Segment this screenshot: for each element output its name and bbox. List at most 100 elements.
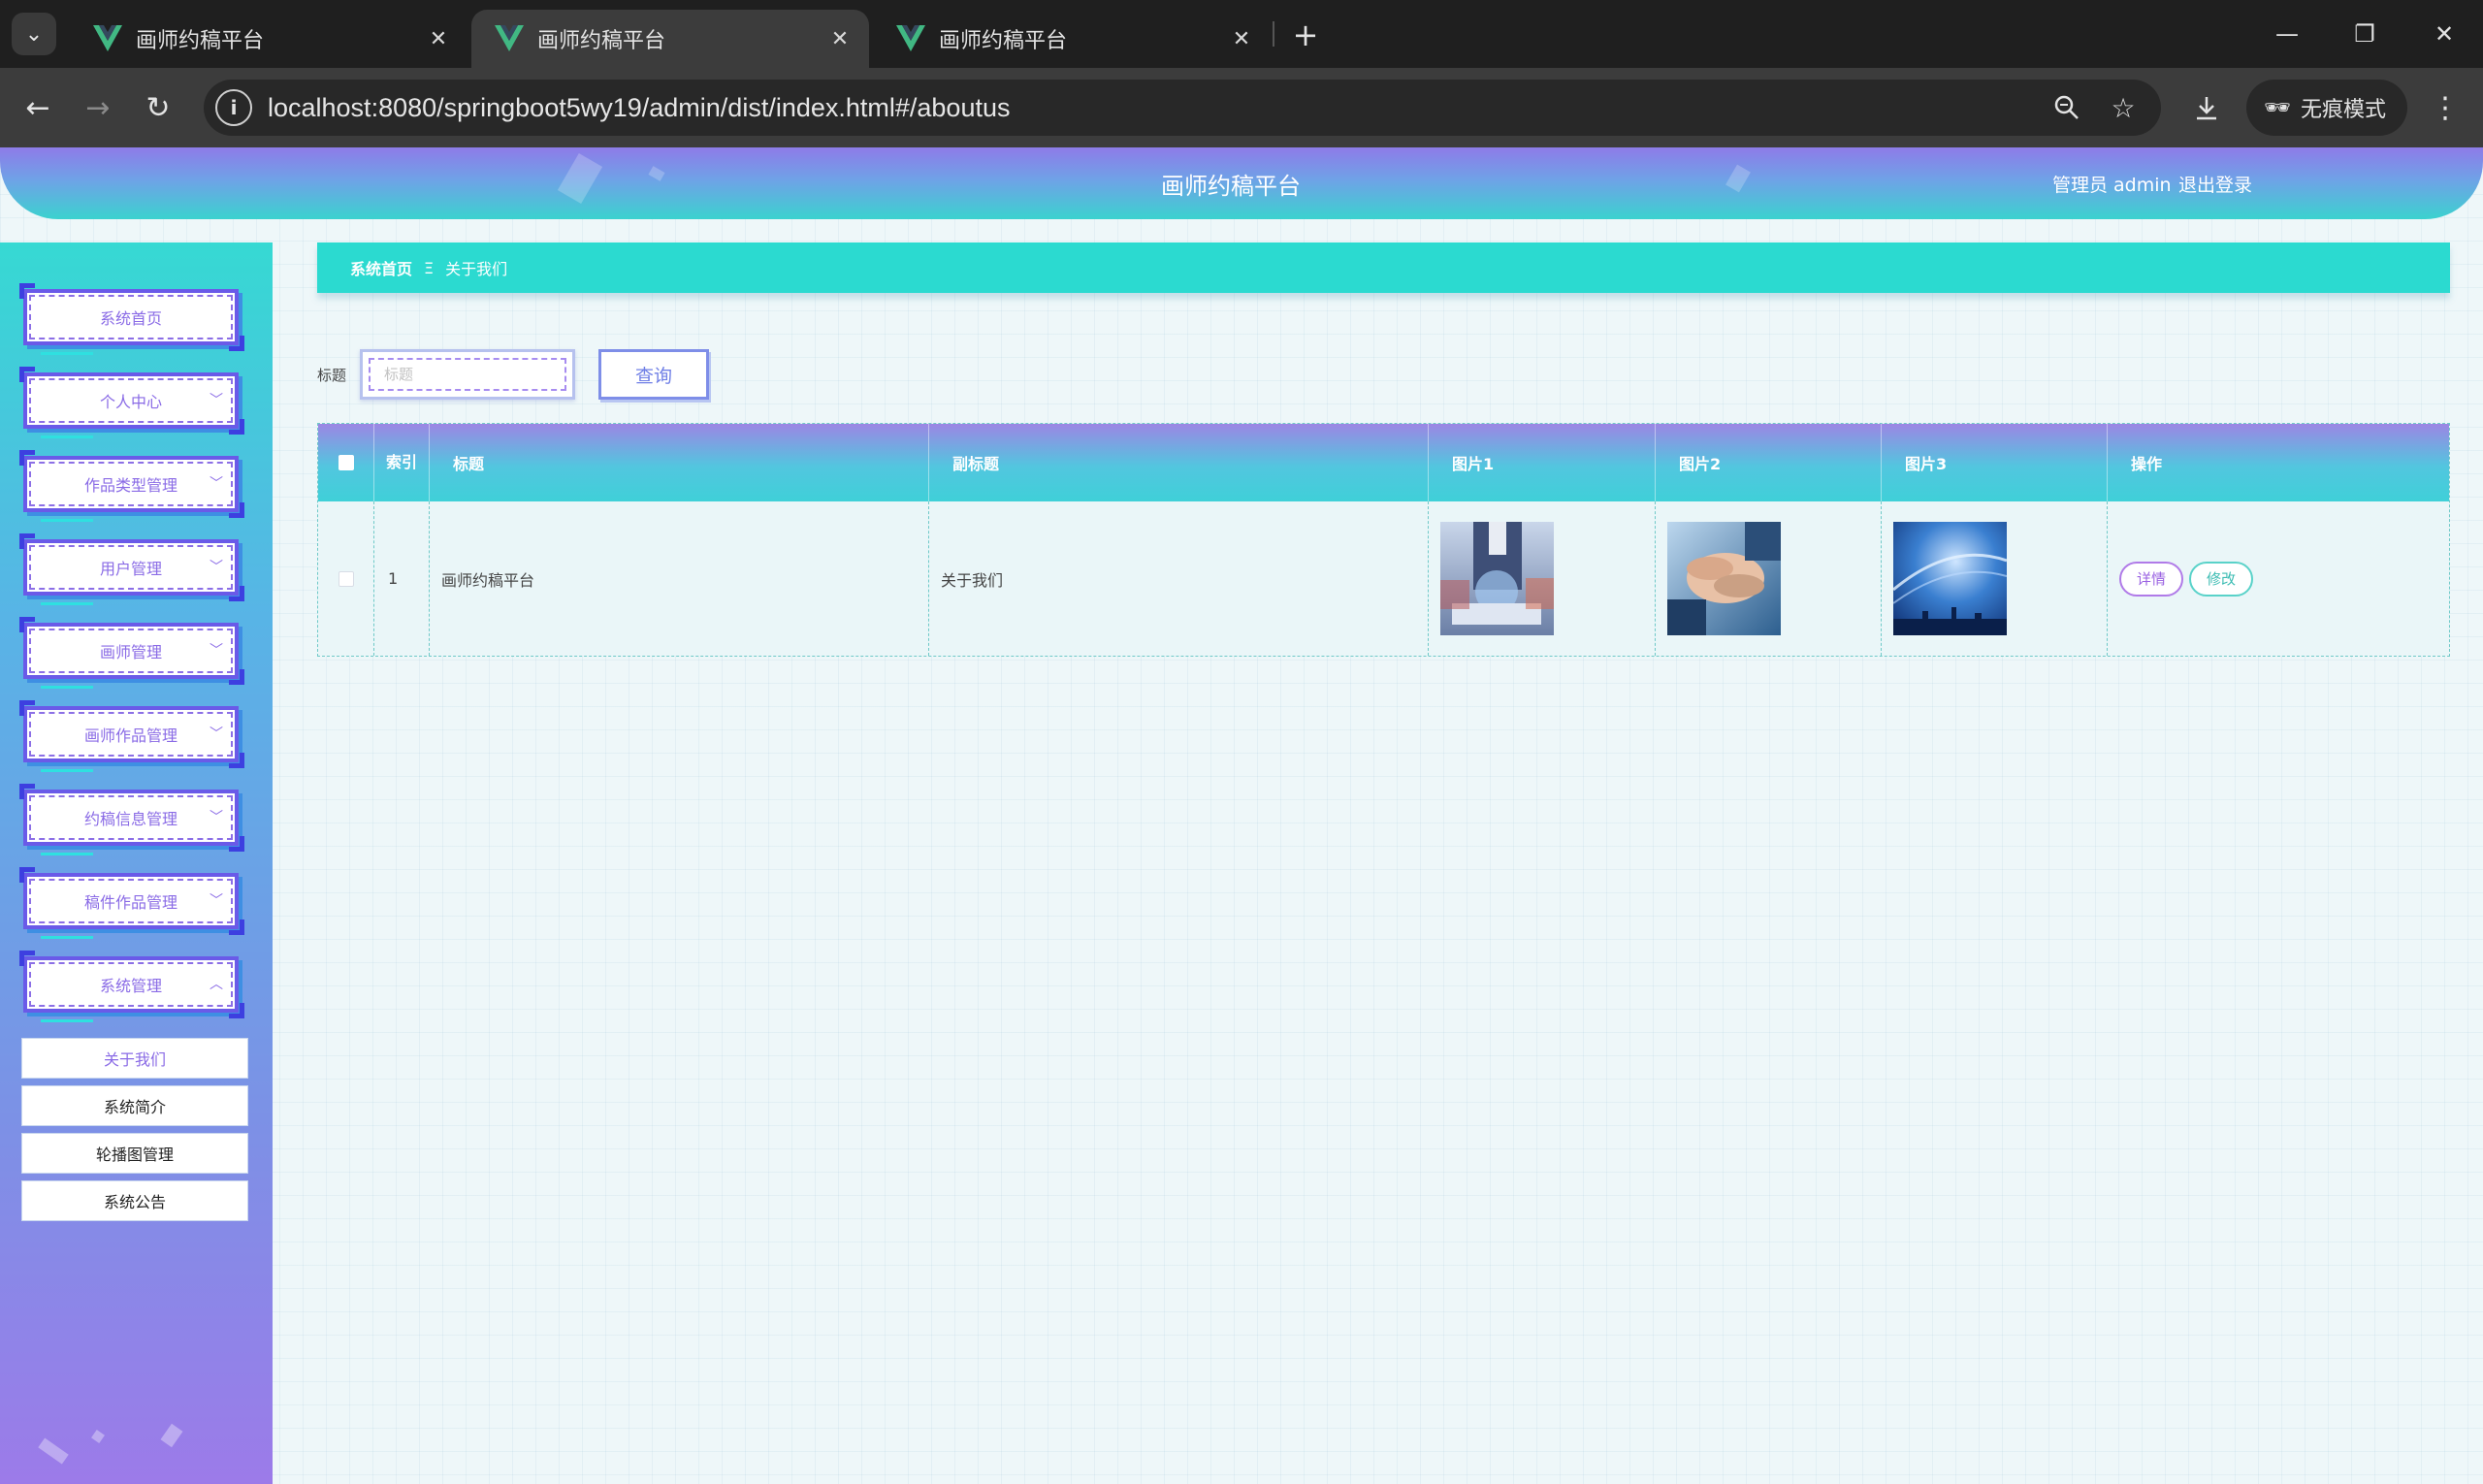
close-icon: ✕ [2434,20,2455,48]
tab-title: 画师约稿平台 [136,29,265,53]
tab-search-button[interactable]: ⌄ [12,13,56,55]
bookmark-star-icon[interactable]: ☆ [2103,87,2144,128]
arrow-right-icon: → [85,90,111,125]
tab-title: 画师约稿平台 [537,29,666,53]
address-bar[interactable]: i localhost:8080/springboot5wy19/admin/d… [204,80,2161,136]
browser-menu-button[interactable]: ⋮ [2423,85,2467,130]
search-box [360,349,575,400]
browser-tab-1[interactable]: 画师约稿平台 ✕ [70,10,468,68]
current-user-label: 管理员 admin [2052,175,2172,196]
search-title-input[interactable] [369,358,566,391]
breadcrumb-current: 关于我们 [445,260,508,278]
forward-button[interactable]: → [76,85,120,130]
column-header-image1: 图片1 [1429,424,1656,501]
sidebar-item-users[interactable]: 用户管理 ﹀ [19,533,244,605]
submenu-item-system-intro[interactable]: 系统简介 [21,1085,248,1126]
plus-icon: + [1292,16,1319,53]
download-icon[interactable] [2184,85,2229,130]
column-header-index: 索引 [374,424,430,501]
sidebar-decoration [160,1423,183,1448]
row-image2-cell [1656,501,1882,656]
chevron-down-icon: ﹀ [210,393,223,408]
sidebar-item-label: 用户管理 [29,545,233,590]
sidebar-item-artist-works[interactable]: 画师作品管理 ﹀ [19,700,244,772]
page-viewport: 画师约稿平台 管理员 admin 退出登录 系统首页 个人中心 ﹀ 作品类型管理… [0,147,2483,1484]
zoom-icon[interactable] [2047,87,2087,128]
new-tab-button[interactable]: + [1284,14,1327,56]
tech-hand-thumbnail-image[interactable] [1440,522,1554,635]
submenu-item-announcements[interactable]: 系统公告 [21,1180,248,1221]
reload-button[interactable]: ↻ [136,85,180,130]
sidebar-item-artists[interactable]: 画师管理 ﹀ [19,617,244,689]
sidebar-item-label: 系统首页 [29,295,233,339]
table-header: 索引 标题 副标题 图片1 图片2 图片3 操作 [318,424,2449,501]
chevron-up-icon: ︿ [210,977,223,992]
sidebar-item-work-type[interactable]: 作品类型管理 ﹀ [19,450,244,522]
city-skyline-thumbnail-image[interactable] [1893,522,2007,635]
row-index: 1 [374,501,430,656]
sidebar-item-commissions[interactable]: 约稿信息管理 ﹀ [19,784,244,855]
row-image3-cell [1882,501,2108,656]
browser-toolbar: ← → ↻ i localhost:8080/springboot5wy19/a… [0,68,2483,147]
breadcrumb-separator: Ξ [424,258,435,277]
sidebar-item-personal-center[interactable]: 个人中心 ﹀ [19,367,244,438]
sidebar-item-home[interactable]: 系统首页 [19,283,244,355]
vue-logo-icon [495,25,524,51]
vue-logo-icon [93,25,122,51]
restore-button[interactable]: ❐ [2338,10,2392,58]
breadcrumb-home[interactable]: 系统首页 [350,256,412,279]
column-header-image3: 图片3 [1882,424,2108,501]
table-row[interactable]: 1 画师约稿平台 关于我们 详情 修改 [318,501,2449,656]
submenu-item-about-us[interactable]: 关于我们 [21,1038,248,1079]
column-header-image2: 图片2 [1656,424,1882,501]
row-title: 画师约稿平台 [430,501,929,656]
minimize-button[interactable]: — [2260,10,2314,58]
sidebar-item-label: 画师作品管理 [29,712,233,757]
browser-tab-strip: ⌄ 画师约稿平台 ✕ 画师约稿平台 ✕ 画师约稿平台 ✕ + — ❐ ✕ [0,0,2483,68]
row-image1-cell [1429,501,1656,656]
sidebar-item-system[interactable]: 系统管理 ︿ [19,951,244,1022]
logout-link[interactable]: 退出登录 [2178,171,2252,197]
data-table: 索引 标题 副标题 图片1 图片2 图片3 操作 1 画师约稿平台 关于我们 详… [317,423,2450,657]
chevron-down-icon: ﹀ [210,893,223,909]
row-checkbox[interactable] [338,570,354,587]
app-header: 画师约稿平台 管理员 admin 退出登录 [0,147,2483,219]
chevron-down-icon: ﹀ [210,560,223,575]
sidebar-item-label: 稿件作品管理 [29,879,233,923]
sidebar-decoration [91,1430,105,1443]
row-subtitle: 关于我们 [929,501,1429,656]
browser-tab-2[interactable]: 画师约稿平台 ✕ [471,10,869,68]
sidebar-item-manuscripts[interactable]: 稿件作品管理 ﹀ [19,867,244,939]
url-text[interactable]: localhost:8080/springboot5wy19/admin/dis… [268,80,1010,136]
select-all-checkbox[interactable] [338,455,354,470]
tab-close-icon[interactable]: ✕ [1226,23,1257,54]
sidebar-item-label: 画师管理 [29,629,233,673]
minimize-icon: — [2275,20,2299,48]
tab-close-icon[interactable]: ✕ [824,23,855,54]
incognito-indicator[interactable]: 🕶 无痕模式 [2246,80,2407,136]
sidebar-item-label: 作品类型管理 [29,462,233,506]
breadcrumb: 系统首页 Ξ 关于我们 [317,242,2450,293]
vue-logo-icon [896,25,925,51]
column-header-subtitle: 副标题 [929,424,1429,501]
teamwork-hands-thumbnail-image[interactable] [1667,522,1781,635]
edit-button[interactable]: 修改 [2189,561,2254,597]
column-header-title: 标题 [430,424,929,501]
site-info-icon[interactable]: i [215,89,252,126]
browser-tab-3[interactable]: 画师约稿平台 ✕ [873,10,1271,68]
sidebar-decoration [38,1437,69,1465]
tab-title: 画师约稿平台 [939,29,1068,53]
sidebar-item-label: 个人中心 [29,378,233,423]
back-button[interactable]: ← [16,85,60,130]
submenu-item-carousel[interactable]: 轮播图管理 [21,1133,248,1174]
sidebar-item-label: 约稿信息管理 [29,795,233,840]
tab-close-icon[interactable]: ✕ [423,23,454,54]
column-header-actions: 操作 [2131,455,2163,473]
chevron-down-icon: ﹀ [210,643,223,659]
detail-button[interactable]: 详情 [2119,561,2184,597]
chevron-down-icon: ﹀ [210,476,223,492]
arrow-left-icon: ← [25,90,50,125]
tab-divider [1273,21,1274,47]
close-window-button[interactable]: ✕ [2417,10,2471,58]
search-button[interactable]: 查询 [598,349,709,400]
